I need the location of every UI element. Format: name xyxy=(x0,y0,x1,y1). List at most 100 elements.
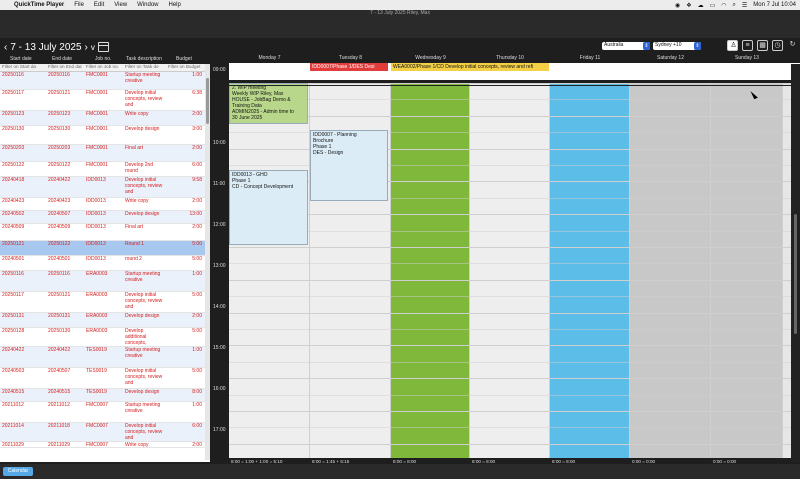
day-header[interactable]: Thursday 10 xyxy=(470,55,550,63)
menu-view[interactable]: View xyxy=(114,2,127,8)
table-row[interactable]: 20250121 20250122 IDD0013 Round 1 5:00 xyxy=(0,241,210,256)
table-row[interactable]: 20211012 20211012 FMC0007 Startup meeting c… xyxy=(0,402,210,423)
day-column[interactable] xyxy=(550,83,630,458)
filter-task[interactable]: Filter on Task de xyxy=(123,64,166,71)
day-column[interactable] xyxy=(229,83,310,458)
calendar-event[interactable]: 2. WIP meeting Weekly WIP Riley, Max HOU… xyxy=(229,83,308,124)
cell-task: Final art xyxy=(125,145,144,151)
cell-job-no: FMC0001 xyxy=(86,111,108,117)
cell-budget: 2:00 xyxy=(192,313,202,319)
table-row[interactable]: 20250123 20250123 FMC0001 Write copy 2:00 xyxy=(0,111,210,126)
table-row[interactable]: 20240418 20240422 IDD0013 Develop initial c… xyxy=(0,177,210,198)
table-row[interactable]: 20250130 20250130 FMC0001 Develop design 3:0… xyxy=(0,126,210,145)
cell-budget: 9:58 xyxy=(192,177,202,183)
record-icon[interactable]: ◉ xyxy=(675,2,680,9)
person-icon[interactable]: ♙ xyxy=(727,40,738,51)
wifi-icon[interactable]: ◠ xyxy=(721,2,726,9)
calendar-event[interactable]: IDD0013 - GHO Phase 1 CD - Concept Devel… xyxy=(229,170,308,245)
list-icon[interactable]: ≡ xyxy=(742,40,753,51)
table-row[interactable]: 20250131 20250131 ERA0003 Develop design 2:0… xyxy=(0,313,210,328)
day-header[interactable]: Tuesday 8 xyxy=(310,55,391,63)
col-start-date[interactable]: Start date xyxy=(10,56,32,62)
grid-line xyxy=(229,312,800,314)
time-label: 15:00 xyxy=(213,345,226,351)
view-toggle[interactable]: v xyxy=(91,43,95,52)
allday-event[interactable]: WEA0002/Phase 1/CD Develop initial conce… xyxy=(391,63,549,71)
grid-line xyxy=(229,378,800,380)
timezone-select[interactable]: Sydney +10 ⇕ xyxy=(653,42,701,50)
table-row[interactable]: 20240509 20240509 IDD0013 Final art 2:00 xyxy=(0,224,210,241)
day-header[interactable]: Friday 11 xyxy=(550,55,630,63)
cell-end-date: 20250116 xyxy=(48,72,70,78)
day-column[interactable] xyxy=(470,83,550,458)
cell-budget: 2:00 xyxy=(192,198,202,204)
cell-budget: 1:00 xyxy=(192,72,202,78)
cell-start-date: 20211029 xyxy=(2,442,24,447)
country-select[interactable]: Australia ⇕ xyxy=(602,42,650,50)
menu-window[interactable]: Window xyxy=(137,2,158,8)
clock[interactable]: Mon 7 Jul 10:04 xyxy=(753,2,796,8)
table-row[interactable]: 20250203 20250203 FMC0001 Final art 2:00 xyxy=(0,145,210,162)
filter-start-date[interactable]: Filter on Start da xyxy=(0,64,46,71)
table-row[interactable]: 20250128 20250130 ERA0003 Develop additiona… xyxy=(0,328,210,347)
date-range: 7 - 13 July 2025 xyxy=(10,41,82,53)
table-row[interactable]: 20250116 20250116 FMC0001 Startup meeting c… xyxy=(0,72,210,90)
table-row[interactable]: 20240422 20240422 TES0019 Startup meeting c… xyxy=(0,347,210,368)
scroll-thumb[interactable] xyxy=(206,78,209,124)
menu-help[interactable]: Help xyxy=(169,2,181,8)
calendar-tab[interactable]: Calendar xyxy=(3,467,33,476)
filter-budget[interactable]: Filter on Budget xyxy=(166,64,206,71)
cell-end-date: 20240509 xyxy=(48,224,71,230)
dropbox-icon[interactable]: ❖ xyxy=(686,2,691,9)
calendar-grid[interactable]: 2. WIP meeting Weekly WIP Riley, Max HOU… xyxy=(229,83,800,458)
table-row[interactable]: 20250122 20250122 FMC0001 Develop 2nd round… xyxy=(0,162,210,177)
cell-task: Round 1 xyxy=(125,241,144,247)
menu-file[interactable]: File xyxy=(74,2,84,8)
menu-edit[interactable]: Edit xyxy=(94,2,104,8)
table-row[interactable]: 20240503 20240507 TES0019 Develop initial c… xyxy=(0,368,210,389)
table-row[interactable]: 20250117 20250121 ERA0003 Develop initial c… xyxy=(0,292,210,313)
allday-event[interactable]: IDD0007/Phase 1/DES Desi xyxy=(310,63,388,71)
col-job-no[interactable]: Job no. xyxy=(95,56,111,62)
table-row[interactable]: 20211029 20211029 FMC0007 Write copy 2:00 xyxy=(0,442,210,448)
table-row[interactable]: 20250116 20250116 ERA0003 Startup meeting c… xyxy=(0,271,210,292)
calendar-icon[interactable]: ▦ xyxy=(757,40,768,51)
alarm-icon[interactable]: ◷ xyxy=(772,40,783,51)
table-row[interactable]: 20240515 20240515 TES0019 Develop design 8:0… xyxy=(0,389,210,402)
day-header[interactable]: Saturday 12 xyxy=(630,55,711,63)
grid-line xyxy=(229,263,800,265)
prev-week-button[interactable]: ‹ xyxy=(4,42,7,53)
table-scrollbar[interactable] xyxy=(205,64,210,460)
day-column[interactable] xyxy=(711,83,783,458)
day-column[interactable] xyxy=(391,83,470,458)
table-row[interactable]: 20211014 20211018 FMC0007 Develop initial c… xyxy=(0,423,210,442)
filter-end-date[interactable]: Filter on End dat xyxy=(46,64,84,71)
cell-budget: 6:00 xyxy=(192,423,202,429)
col-end-date[interactable]: End date xyxy=(52,56,72,62)
day-header[interactable]: Monday 7 xyxy=(229,55,310,63)
app-menu[interactable]: QuickTime Player xyxy=(14,2,64,8)
cell-end-date: 20211018 xyxy=(48,423,70,429)
col-task-description[interactable]: Task description xyxy=(126,56,162,62)
day-header[interactable]: Sunday 13 xyxy=(711,55,783,63)
cloud-icon[interactable]: ☁ xyxy=(698,2,704,9)
refresh-icon[interactable]: ↻ xyxy=(787,40,798,51)
table-row[interactable]: 20240501 20240501 IDD0013 round 2 5:00 xyxy=(0,256,210,271)
calendar-event[interactable]: IDD0007 - Planning Brochure Phase 1 DES … xyxy=(310,130,388,201)
table-row[interactable]: 20240423 20240423 IDD0013 Write copy 2:00 xyxy=(0,198,210,211)
menu-bar: QuickTime Player File Edit View Window H… xyxy=(0,0,800,10)
cell-start-date: 20250122 xyxy=(2,162,25,168)
calendar-scrollbar[interactable] xyxy=(791,64,800,462)
search-icon[interactable]: ⌕ xyxy=(733,2,736,9)
col-budget[interactable]: Budget xyxy=(176,56,192,62)
calendar-picker-icon[interactable] xyxy=(97,42,109,52)
filter-job-no[interactable]: Filter on Job no. xyxy=(84,64,123,71)
table-row[interactable]: 20250117 20250121 FMC0001 Develop initial c… xyxy=(0,90,210,111)
control-center-icon[interactable]: ☰ xyxy=(742,2,747,9)
day-header[interactable]: Wednesday 9 xyxy=(391,55,470,63)
scroll-thumb[interactable] xyxy=(794,214,797,334)
next-week-button[interactable]: › xyxy=(85,42,88,53)
day-column[interactable] xyxy=(630,83,711,458)
battery-icon[interactable]: ▭ xyxy=(710,2,716,9)
table-row[interactable]: 20240502 20240507 IDD0013 Develop design 13:… xyxy=(0,211,210,224)
